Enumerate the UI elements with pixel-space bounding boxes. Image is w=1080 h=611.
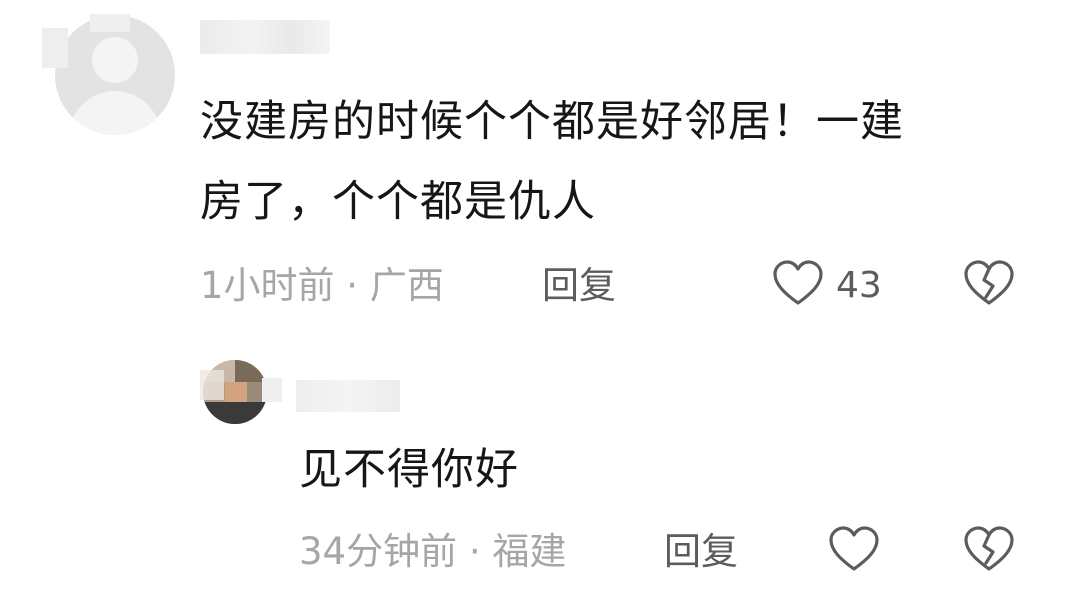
comment-meta-time-location: 1小时前 · 广西: [200, 264, 444, 307]
broken-heart-icon[interactable]: [963, 525, 1015, 575]
avatar[interactable]: [55, 15, 175, 135]
comment-text-line: 房了，个个都是仇人: [200, 177, 596, 227]
heart-outline-icon[interactable]: [772, 259, 824, 309]
avatar-pixel: [203, 402, 267, 424]
reply-button[interactable]: 回复: [542, 264, 616, 308]
reply-comment-body: 见不得你好: [299, 430, 519, 510]
comment-text-line: 见不得你好: [299, 445, 519, 495]
comment-text-line: 没建房的时候个个都是好邻居！一建: [200, 97, 904, 147]
broken-heart-icon[interactable]: [963, 259, 1015, 309]
blur-patch: [42, 28, 68, 68]
blur-patch: [200, 370, 224, 400]
avatar-body-shape: [69, 91, 161, 135]
avatar-pixel: [225, 382, 247, 402]
username-blurred[interactable]: [200, 20, 330, 54]
comment-body: 没建房的时候个个都是好邻居！一建 房了，个个都是仇人: [200, 82, 1030, 242]
like-count: 43: [836, 265, 882, 306]
avatar-head-shape: [92, 37, 138, 83]
comment-meta-time-location: 34分钟前 · 福建: [299, 530, 567, 573]
heart-outline-icon[interactable]: [828, 525, 880, 575]
username-blurred[interactable]: [296, 380, 400, 412]
blur-patch: [90, 14, 130, 32]
blur-patch: [262, 378, 282, 402]
reply-button[interactable]: 回复: [664, 530, 738, 574]
